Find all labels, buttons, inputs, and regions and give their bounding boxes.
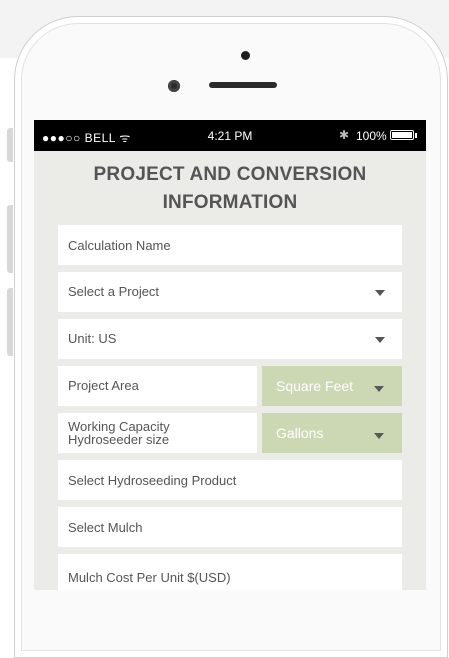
project-area-input[interactable]: Project Area xyxy=(58,366,257,406)
volume-down-button xyxy=(7,288,13,356)
working-capacity-input[interactable]: Working Capacity Hydroseeder size xyxy=(58,413,257,453)
mulch-cost-label: Mulch Cost Per Unit $(USD) xyxy=(68,570,231,585)
front-camera xyxy=(168,80,180,92)
hydroseeding-product-select[interactable]: Select Hydroseeding Product xyxy=(58,460,402,500)
proximity-sensor xyxy=(241,51,250,60)
mute-switch xyxy=(7,128,13,162)
calculation-name-placeholder: Calculation Name xyxy=(68,238,171,253)
earpiece-speaker xyxy=(209,82,277,88)
battery-tip xyxy=(415,133,417,138)
page-title-line2: INFORMATION xyxy=(162,192,298,213)
page-title: PROJECT AND CONVERSION INFORMATION xyxy=(34,161,426,217)
phone-screen: ●●●○○ BELL ᯤ 4:21 PM ✱ 100% PROJECT AND … xyxy=(34,120,426,590)
working-capacity-unit-label: Gallons xyxy=(276,425,324,441)
unit-select-label: Unit: US xyxy=(68,331,117,346)
mulch-cost-input[interactable]: Mulch Cost Per Unit $(USD) xyxy=(58,554,402,590)
project-area-label: Project Area xyxy=(68,378,139,393)
chevron-down-icon xyxy=(374,386,384,392)
chevron-down-icon xyxy=(374,433,384,439)
project-area-unit-label: Square Feet xyxy=(276,378,354,394)
project-select-label: Select a Project xyxy=(68,284,160,299)
calculation-name-field[interactable]: Calculation Name xyxy=(58,225,402,265)
status-bar: ●●●○○ BELL ᯤ 4:21 PM ✱ 100% xyxy=(34,120,426,151)
volume-up-button xyxy=(7,205,13,273)
battery-icon xyxy=(390,130,414,140)
project-area-unit-select[interactable]: Square Feet xyxy=(262,366,402,406)
working-capacity-label-line2: Hydroseeder size xyxy=(68,432,170,447)
project-select[interactable]: Select a Project xyxy=(58,272,402,312)
bluetooth-icon: ✱ xyxy=(339,128,350,142)
chevron-down-icon xyxy=(375,337,385,343)
unit-select[interactable]: Unit: US xyxy=(58,319,402,359)
page-title-line1: PROJECT AND CONVERSION xyxy=(93,164,367,185)
hydroseeding-product-label: Select Hydroseeding Product xyxy=(68,473,237,488)
working-capacity-unit-select[interactable]: Gallons xyxy=(262,413,402,453)
chevron-down-icon xyxy=(375,290,385,296)
battery-percent: 100% xyxy=(356,129,387,143)
mulch-select[interactable]: Select Mulch xyxy=(58,507,402,547)
mulch-label: Select Mulch xyxy=(68,520,143,535)
working-capacity-label: Working Capacity Hydroseeder size xyxy=(68,420,170,446)
